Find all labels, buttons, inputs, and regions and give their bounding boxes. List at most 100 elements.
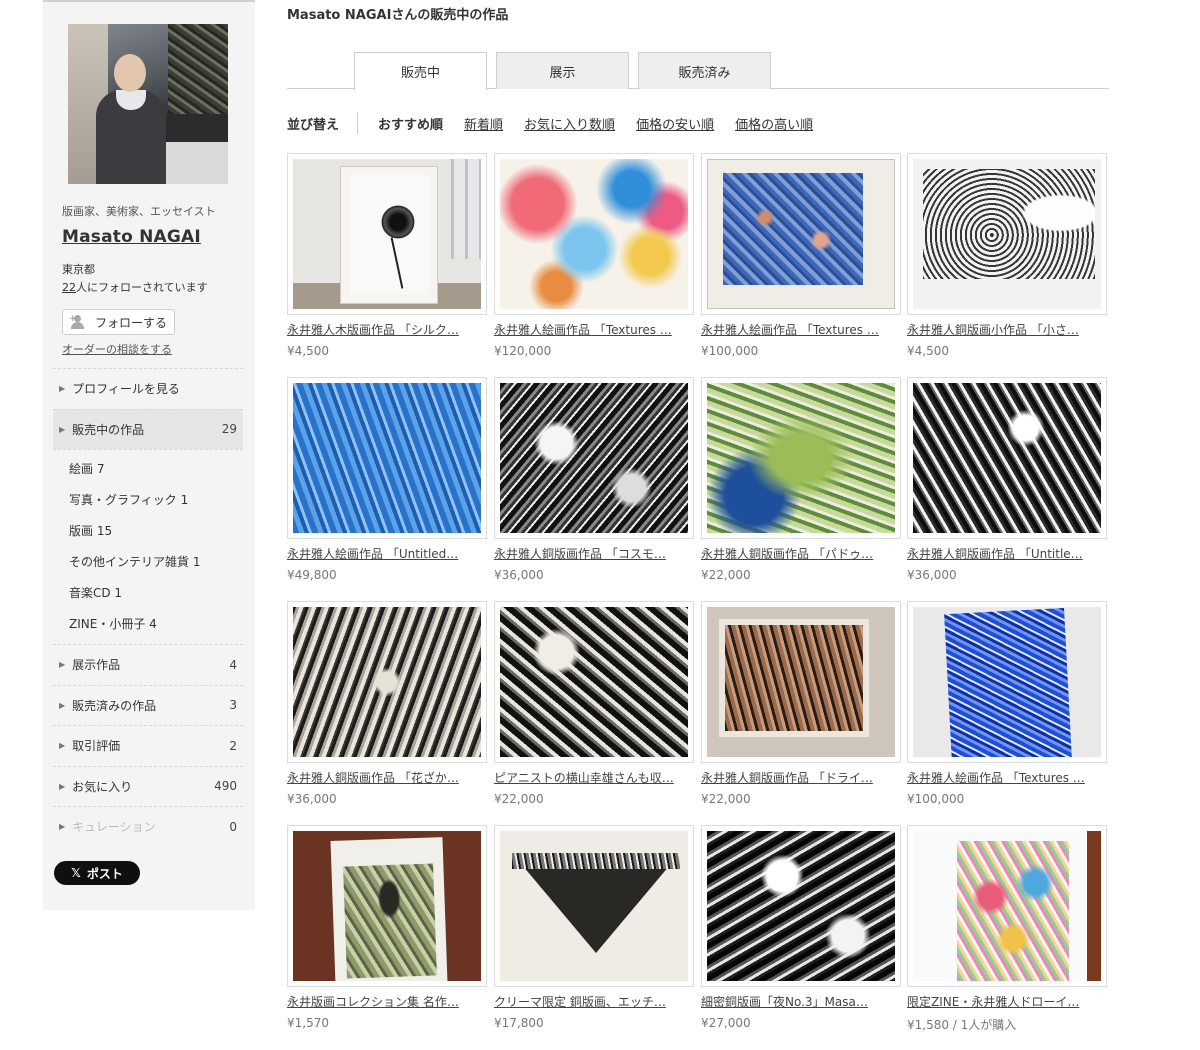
product-price: ¥22,000 — [701, 568, 751, 582]
product-title-link[interactable]: 永井雅人銅版画作品 「花ざか… — [287, 769, 483, 786]
product-card[interactable]: 永井雅人銅版画作品 「パドゥ… ¥22,000 — [701, 377, 901, 582]
menu-item-label: お気に入り — [72, 779, 133, 794]
submenu-item-interior[interactable]: その他インテリア雑貨 1 — [69, 547, 243, 578]
product-card[interactable]: 永井雅人絵画作品 「Textures … ¥100,000 — [701, 153, 901, 358]
product-price: ¥4,500 — [287, 344, 329, 358]
sort-divider — [357, 112, 359, 134]
product-card[interactable]: 永井雅人銅版画作品 「コスモ… ¥36,000 — [494, 377, 694, 582]
menu-item-label: 販売済みの作品 — [72, 698, 157, 713]
product-card[interactable]: ピアニストの横山幸雄さんも収… ¥22,000 — [494, 601, 694, 806]
product-title-link[interactable]: 永井雅人絵画作品 「Untitled… — [287, 545, 483, 562]
tab-exhibit[interactable]: 展示 — [496, 52, 629, 89]
tab-sold[interactable]: 販売済み — [638, 52, 771, 89]
product-title-link[interactable]: 永井雅人絵画作品 「Textures … — [494, 321, 690, 338]
product-thumbnail[interactable] — [701, 825, 901, 987]
caret-right-icon: ▶ — [59, 822, 66, 832]
menu-item-profile[interactable]: ▶ プロフィールを見る — [53, 368, 243, 409]
profile-menu: ▶ プロフィールを見る ▶ 販売中の作品 29 絵画 7 写真・グラフィック 1 版… — [53, 368, 243, 847]
follow-button[interactable]: + フォローする — [62, 309, 175, 335]
product-title-link[interactable]: 永井雅人絵画作品 「Textures … — [907, 769, 1103, 786]
menu-item-count: 2 — [229, 738, 237, 753]
menu-item-count: 4 — [229, 657, 237, 672]
product-thumbnail[interactable] — [494, 377, 694, 539]
product-thumbnail[interactable] — [907, 601, 1107, 763]
menu-item-reviews[interactable]: ▶ 取引評価 2 — [53, 725, 243, 766]
tab-selling[interactable]: 販売中 — [354, 52, 487, 90]
product-thumbnail[interactable] — [494, 153, 694, 315]
product-card[interactable]: 永井雅人絵画作品 「Untitled… ¥49,800 — [287, 377, 487, 582]
sort-price-high[interactable]: 価格の高い順 — [735, 114, 813, 133]
product-title-link[interactable]: 永井雅人絵画作品 「Textures … — [701, 321, 897, 338]
product-title-link[interactable]: 永井雅人木版画作品 「シルク… — [287, 321, 483, 338]
product-title-link[interactable]: 永井雅人銅版画小作品 「小さ… — [907, 321, 1103, 338]
avatar[interactable] — [68, 24, 228, 184]
product-card[interactable]: 永井雅人絵画作品 「Textures … ¥120,000 — [494, 153, 694, 358]
product-thumbnail[interactable] — [287, 601, 487, 763]
artist-name-link[interactable]: Masato NAGAI — [62, 227, 201, 247]
menu-item-exhibit[interactable]: ▶ 展示作品 4 — [53, 644, 243, 685]
product-title-link[interactable]: ピアニストの横山幸雄さんも収… — [494, 769, 690, 786]
sort-price-low[interactable]: 価格の安い順 — [636, 114, 714, 133]
menu-item-selling[interactable]: ▶ 販売中の作品 29 — [53, 408, 243, 449]
menu-item-count: 0 — [229, 819, 237, 834]
product-price: ¥100,000 — [701, 344, 759, 358]
product-title-link[interactable]: クリーマ限定 銅版画、エッチ… — [494, 993, 690, 1010]
sort-favorites[interactable]: お気に入り数順 — [524, 114, 615, 133]
sort-recommended[interactable]: おすすめ順 — [378, 114, 443, 133]
product-card[interactable]: 限定ZINE・永井雅人ドローイ… ¥1,580 / 1人が購入 — [907, 825, 1107, 1033]
product-title-link[interactable]: 永井雅人銅版画作品 「Untitle… — [907, 545, 1103, 562]
sort-newest[interactable]: 新着順 — [464, 114, 503, 133]
submenu-item-painting[interactable]: 絵画 7 — [69, 454, 243, 485]
product-card[interactable]: 永井雅人銅版画作品 「ドライ… ¥22,000 — [701, 601, 901, 806]
product-card[interactable]: 永井雅人銅版画作品 「Untitle… ¥36,000 — [907, 377, 1107, 582]
product-title-link[interactable]: 細密銅版画「夜No.3」Masa… — [701, 993, 897, 1010]
product-title-link[interactable]: 限定ZINE・永井雅人ドローイ… — [907, 993, 1103, 1010]
followers-text: 22人にフォローされています — [62, 279, 208, 295]
product-card[interactable]: 永井雅人木版画作品 「シルク… ¥4,500 — [287, 153, 487, 358]
menu-item-label: 取引評価 — [72, 739, 121, 754]
product-thumbnail[interactable] — [287, 825, 487, 987]
product-thumbnail[interactable] — [287, 153, 487, 315]
product-title-link[interactable]: 永井雅人銅版画作品 「ドライ… — [701, 769, 897, 786]
product-card[interactable]: 永井雅人銅版画作品 「花ざか… ¥36,000 — [287, 601, 487, 806]
menu-item-favorites[interactable]: ▶ お気に入り 490 — [53, 765, 243, 807]
product-thumbnail[interactable] — [701, 601, 901, 763]
product-card[interactable]: クリーマ限定 銅版画、エッチ… ¥17,800 — [494, 825, 694, 1030]
product-price: ¥22,000 — [494, 792, 544, 806]
product-title-link[interactable]: 永井版画コレクション集 名作… — [287, 993, 483, 1010]
product-thumbnail[interactable] — [907, 153, 1107, 315]
submenu-item-print[interactable]: 版画 15 — [69, 516, 243, 547]
product-price: ¥1,580 / 1人が購入 — [907, 1018, 1017, 1032]
caret-right-icon: ▶ — [59, 660, 66, 670]
order-consult-link[interactable]: オーダーの相談をする — [62, 341, 172, 357]
product-card[interactable]: 永井雅人絵画作品 「Textures … ¥100,000 — [907, 601, 1107, 806]
menu-item-label: キュレーション — [72, 820, 156, 835]
caret-right-icon: ▶ — [59, 424, 66, 434]
submenu-item-zine[interactable]: ZINE・小冊子 4 — [69, 609, 243, 640]
product-card[interactable]: 永井版画コレクション集 名作… ¥1,570 — [287, 825, 487, 1030]
tab-bar: 販売中 展示 販売済み — [287, 52, 1109, 90]
product-title-link[interactable]: 永井雅人銅版画作品 「パドゥ… — [701, 545, 897, 562]
x-post-button[interactable]: 𝕏 ポスト — [54, 861, 140, 885]
product-thumbnail[interactable] — [907, 377, 1107, 539]
product-card[interactable]: 永井雅人銅版画小作品 「小さ… ¥4,500 — [907, 153, 1107, 358]
product-thumbnail[interactable] — [494, 825, 694, 987]
menu-item-sold[interactable]: ▶ 販売済みの作品 3 — [53, 684, 243, 726]
product-price: ¥4,500 — [907, 344, 949, 358]
product-title-link[interactable]: 永井雅人銅版画作品 「コスモ… — [494, 545, 690, 562]
menu-item-count: 490 — [214, 779, 237, 794]
product-thumbnail[interactable] — [701, 153, 901, 315]
post-label: ポスト — [86, 866, 123, 881]
sort-label: 並び替え — [287, 117, 340, 133]
product-thumbnail[interactable] — [701, 377, 901, 539]
followers-count-link[interactable]: 22 — [62, 281, 76, 294]
product-thumbnail[interactable] — [287, 377, 487, 539]
product-thumbnail[interactable] — [494, 601, 694, 763]
submenu-item-music-cd[interactable]: 音楽CD 1 — [69, 578, 243, 609]
category-submenu: 絵画 7 写真・グラフィック 1 版画 15 その他インテリア雑貨 1 音楽CD… — [53, 449, 243, 644]
product-card[interactable]: 細密銅版画「夜No.3」Masa… ¥27,000 — [701, 825, 901, 1030]
product-thumbnail[interactable] — [907, 825, 1107, 987]
menu-item-count: 29 — [221, 422, 237, 437]
submenu-item-photo-graphic[interactable]: 写真・グラフィック 1 — [69, 485, 243, 516]
caret-right-icon: ▶ — [59, 700, 66, 710]
